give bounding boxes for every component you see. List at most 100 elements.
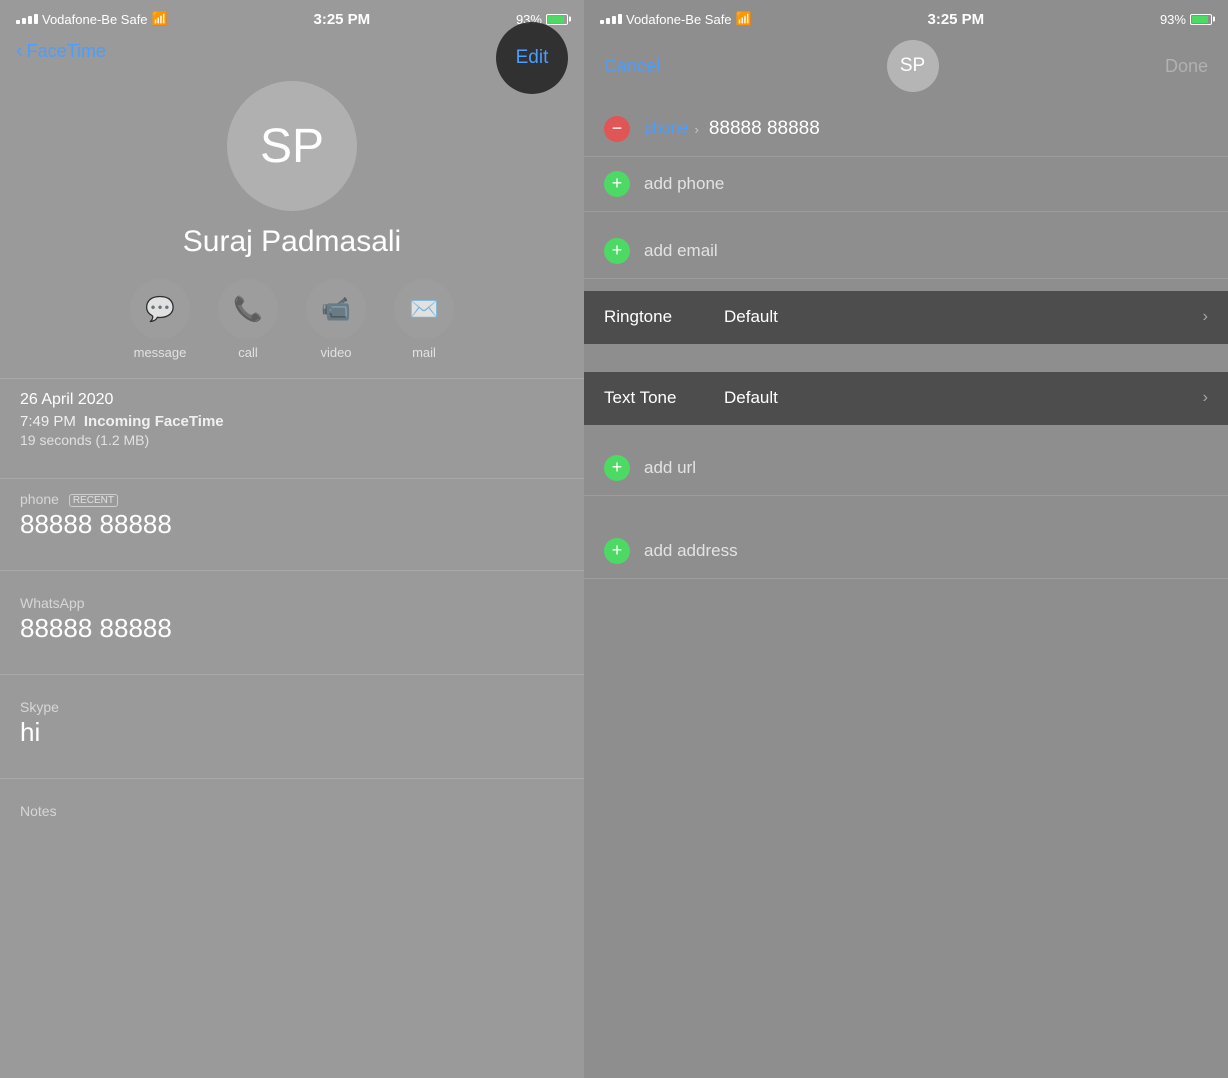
mail-circle: ✉️ [394,279,454,339]
add-email-row: + add email [584,224,1228,279]
signal-icon [16,14,38,24]
edit-button[interactable]: Edit [496,22,568,94]
text-tone-row[interactable]: Text Tone Default › [584,372,1228,425]
message-label: message [134,345,187,360]
remove-phone-button[interactable]: − [604,116,630,142]
spacer-2 [584,344,1228,360]
add-url-button[interactable]: + [604,455,630,481]
ringtone-label: Ringtone [604,307,724,327]
battery-icon-left [546,14,568,25]
plus-icon-phone: + [612,174,623,192]
carrier-label: Vodafone-Be Safe [42,12,148,27]
whatsapp-number[interactable]: 88888 88888 [20,613,564,644]
spacer-4 [584,496,1228,524]
back-button[interactable]: ‹ FaceTime [16,40,106,63]
add-address-label[interactable]: add address [644,541,738,561]
url-section: + add url [584,441,1228,496]
form-section: − phone › 88888 88888 + add phone + add … [584,102,1228,279]
action-row: 💬 message 📞 call 📹 video ✉️ mail [0,279,584,360]
call-date: 26 April 2020 [20,391,564,409]
phone-field-row: − phone › 88888 88888 [584,102,1228,157]
call-circle: 📞 [218,279,278,339]
text-tone-chevron-icon: › [1203,389,1208,407]
mail-icon: ✉️ [409,295,439,324]
ringtone-value: Default [724,307,1203,327]
nav-bar-right: Cancel SP Done [584,36,1228,102]
minus-icon: − [612,119,623,137]
time-label-left: 3:25 PM [313,11,370,28]
left-panel: Vodafone-Be Safe 📶 3:25 PM 93% ‹ FaceTim… [0,0,584,1078]
call-time-row: 7:49 PM Incoming FaceTime [20,413,564,430]
add-phone-button[interactable]: + [604,171,630,197]
nav-bar-left: ‹ FaceTime Edit [0,36,584,71]
right-panel: Vodafone-Be Safe 📶 3:25 PM 93% Cancel SP… [584,0,1228,1078]
status-left: Vodafone-Be Safe 📶 [16,11,168,27]
ringtone-row[interactable]: Ringtone Default › [584,291,1228,344]
plus-icon-email: + [612,241,623,259]
cancel-button[interactable]: Cancel [604,56,660,77]
call-icon: 📞 [233,295,263,324]
signal-icon-right [600,14,622,24]
phone-field-label: phone [644,120,689,138]
add-email-label[interactable]: add email [644,241,718,261]
message-button[interactable]: 💬 message [130,279,190,360]
call-duration: 19 seconds (1.2 MB) [20,432,564,448]
wifi-icon: 📶 [152,11,168,27]
mail-label: mail [412,345,436,360]
recent-badge: RECENT [69,494,118,507]
call-time: 7:49 PM [20,413,76,430]
skype-label: Skype [20,699,564,715]
whatsapp-label: WhatsApp [20,595,564,611]
phone-label: phone RECENT [20,491,564,507]
text-tone-section: Text Tone Default › [584,372,1228,425]
status-bar-right: Vodafone-Be Safe 📶 3:25 PM 93% [584,0,1228,36]
call-button[interactable]: 📞 call [218,279,278,360]
done-button[interactable]: Done [1165,56,1208,77]
phone-field-chevron-icon: › [695,122,699,137]
contact-name: Suraj Padmasali [183,225,401,259]
add-url-label[interactable]: add url [644,458,696,478]
battery-icon-right [1190,14,1212,25]
phone-field-value[interactable]: 88888 88888 [709,118,1208,140]
ringtone-chevron-icon: › [1203,308,1208,326]
avatar-section: SP Suraj Padmasali [0,81,584,259]
call-log-section: 26 April 2020 7:49 PM Incoming FaceTime … [0,379,584,460]
avatar-initials: SP [260,119,324,174]
mail-button[interactable]: ✉️ mail [394,279,454,360]
address-section: + add address [584,524,1228,579]
phone-number[interactable]: 88888 88888 [20,509,564,540]
add-phone-row: + add phone [584,157,1228,212]
add-email-button[interactable]: + [604,238,630,264]
nav-avatar-initials: SP [900,55,925,77]
call-type: Incoming FaceTime [84,413,224,430]
video-button[interactable]: 📹 video [306,279,366,360]
phone-section: phone RECENT 88888 88888 [0,479,584,552]
wifi-icon-right: 📶 [736,11,752,27]
phone-row-content: phone › 88888 88888 [644,118,1208,140]
add-phone-label[interactable]: add phone [644,174,724,194]
text-tone-value: Default [724,388,1203,408]
spacer-1 [584,212,1228,224]
message-circle: 💬 [130,279,190,339]
back-chevron-icon: ‹ [16,40,23,63]
plus-icon-address: + [612,541,623,559]
message-icon: 💬 [145,295,175,324]
plus-icon-url: + [612,458,623,476]
carrier-label-right: Vodafone-Be Safe [626,12,732,27]
video-label: video [320,345,351,360]
nav-avatar: SP [887,40,939,92]
add-url-row: + add url [584,441,1228,496]
edit-label: Edit [516,47,549,69]
notes-label: Notes [20,803,564,819]
add-address-button[interactable]: + [604,538,630,564]
add-address-row: + add address [584,524,1228,579]
text-tone-label: Text Tone [604,388,724,408]
skype-value[interactable]: hi [20,717,564,748]
status-right-right: 93% [1160,12,1212,27]
spacer-3 [584,425,1228,441]
back-label: FaceTime [27,41,106,62]
video-icon: 📹 [321,295,351,324]
whatsapp-section: WhatsApp 88888 88888 [0,571,584,656]
skype-section: Skype hi [0,675,584,760]
notes-section: Notes [0,779,584,831]
